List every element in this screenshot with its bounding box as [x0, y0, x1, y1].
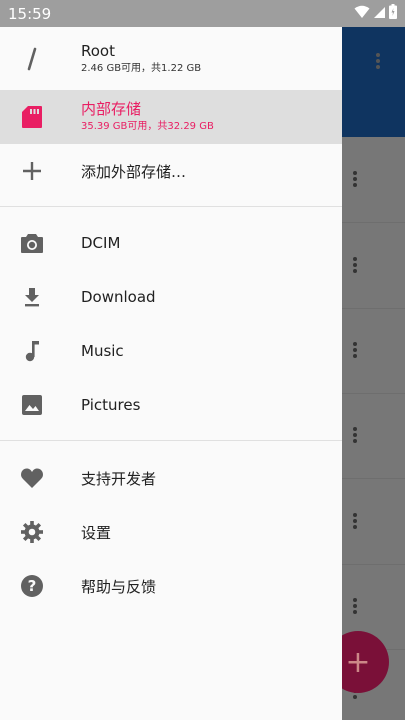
- support-developer-item[interactable]: 支持开发者: [0, 451, 342, 505]
- add-external-storage-item[interactable]: 添加外部存储…: [0, 144, 342, 198]
- storage-item-root[interactable]: Root 2.46 GB可用，共1.22 GB: [0, 27, 342, 90]
- more-icon[interactable]: [353, 340, 357, 360]
- music-note-icon: [19, 338, 45, 364]
- sd-card-icon: [19, 104, 45, 130]
- bookmark-label: Download: [81, 288, 156, 306]
- gear-icon: [19, 519, 45, 545]
- storage-title: Root: [81, 41, 115, 60]
- battery-icon: [389, 4, 397, 23]
- storage-subtitle: 2.46 GB可用，共1.22 GB: [81, 62, 202, 74]
- bookmark-item-download[interactable]: Download: [0, 270, 342, 324]
- storage-item-internal[interactable]: 内部存储 35.39 GB可用，共32.29 GB: [0, 90, 342, 144]
- storage-subtitle: 35.39 GB可用，共32.29 GB: [81, 121, 214, 132]
- more-icon[interactable]: [353, 425, 357, 445]
- more-icon[interactable]: [353, 511, 357, 531]
- help-icon: ?: [19, 573, 45, 599]
- overflow-menu-icon[interactable]: [376, 51, 382, 71]
- settings-item[interactable]: 设置: [0, 505, 342, 559]
- plus-icon: [19, 158, 45, 184]
- more-icon[interactable]: [353, 255, 357, 275]
- bookmark-label: Pictures: [81, 396, 141, 414]
- more-icon[interactable]: [353, 596, 357, 616]
- heart-icon: [19, 465, 45, 491]
- support-developer-label: 支持开发者: [81, 469, 157, 488]
- svg-text:?: ?: [28, 577, 37, 595]
- image-icon: [19, 392, 45, 418]
- more-icon[interactable]: [353, 169, 357, 189]
- status-icons: [354, 4, 397, 23]
- bookmark-item-music[interactable]: Music: [0, 324, 342, 378]
- navigation-drawer: Root 2.46 GB可用，共1.22 GB 内部存储 35.39 GB可用，…: [0, 27, 342, 720]
- add-external-storage-label: 添加外部存储…: [81, 162, 187, 181]
- bookmark-label: DCIM: [81, 234, 121, 252]
- bookmark-item-pictures[interactable]: Pictures: [0, 378, 342, 432]
- settings-label: 设置: [81, 523, 112, 542]
- status-time: 15:59: [8, 4, 52, 23]
- download-icon: [19, 284, 45, 310]
- camera-icon: [19, 230, 45, 256]
- status-bar: 15:59: [0, 0, 405, 27]
- slash-icon: [19, 46, 45, 72]
- bookmark-label: Music: [81, 342, 124, 360]
- wifi-icon: [354, 4, 370, 23]
- bookmark-item-dcim[interactable]: DCIM: [0, 216, 342, 270]
- help-feedback-item[interactable]: ? 帮助与反馈: [0, 559, 342, 613]
- help-feedback-label: 帮助与反馈: [81, 577, 157, 596]
- storage-title: 内部存储: [81, 100, 142, 118]
- signal-icon: [373, 4, 386, 23]
